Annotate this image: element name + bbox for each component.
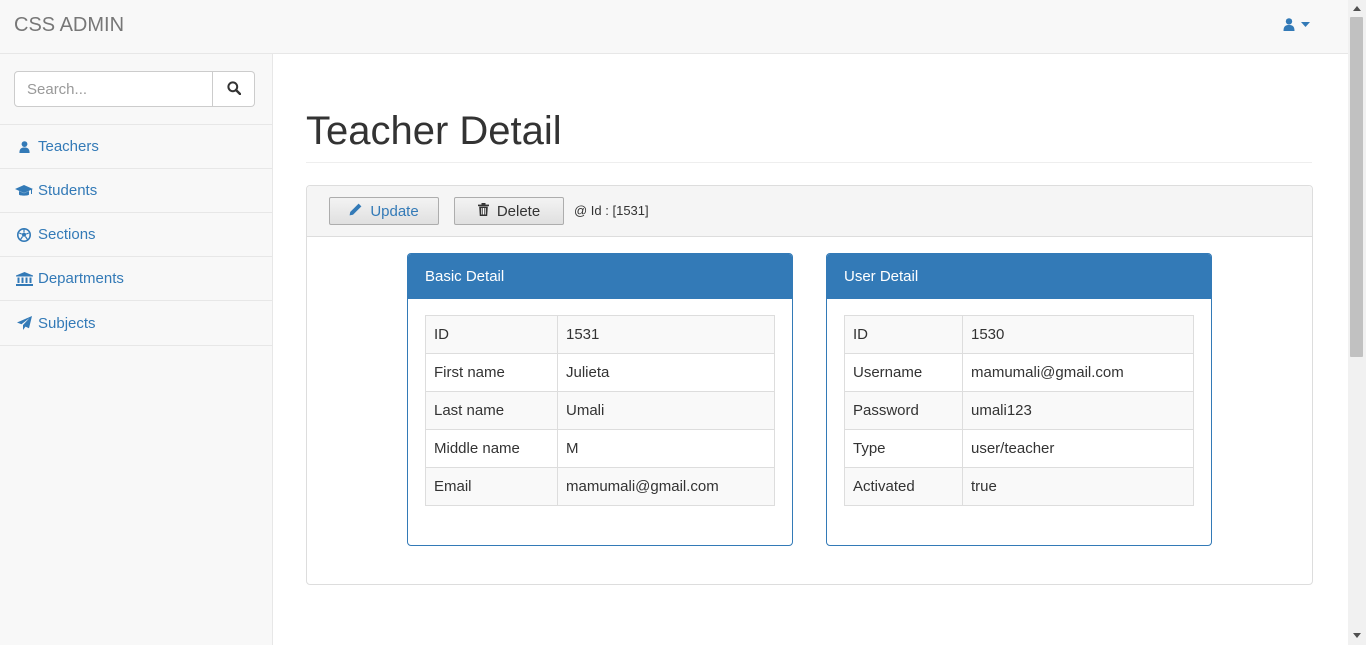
sidebar: Teachers Students Sections Departments S… xyxy=(0,54,273,645)
graduation-cap-icon xyxy=(15,184,33,197)
row-value: Umali xyxy=(557,391,775,430)
pencil-icon xyxy=(349,203,362,220)
institution-icon xyxy=(15,271,33,286)
row-label: Middle name xyxy=(425,429,558,468)
user-detail-card: User Detail ID 1530 Username mamumali@gmai… xyxy=(826,253,1212,546)
row-label: Username xyxy=(844,353,963,392)
table-row: Type user/teacher xyxy=(844,429,1194,468)
basic-detail-table: ID 1531 First name Julieta Last name Umali … xyxy=(425,315,775,506)
update-button-label: Update xyxy=(370,202,419,220)
sidebar-item-teachers[interactable]: Teachers xyxy=(0,125,272,169)
page-title: Teacher Detail xyxy=(306,109,562,153)
table-row: Username mamumali@gmail.com xyxy=(844,353,1194,392)
detail-panel: Update Delete @ Id : [1531] Basic Detail… xyxy=(306,185,1313,585)
update-button[interactable]: Update xyxy=(329,197,439,225)
row-value: mamumali@gmail.com xyxy=(962,353,1194,392)
row-value: Julieta xyxy=(557,353,775,392)
row-label: First name xyxy=(425,353,558,392)
user-detail-title: User Detail xyxy=(827,254,1211,299)
vertical-scrollbar[interactable] xyxy=(1348,0,1366,645)
table-row: First name Julieta xyxy=(425,353,775,392)
sidebar-item-label: Students xyxy=(38,182,98,199)
row-value: mamumali@gmail.com xyxy=(557,467,775,506)
sidebar-item-departments[interactable]: Departments xyxy=(0,257,272,301)
row-label: Password xyxy=(844,391,963,430)
table-row: Last name Umali xyxy=(425,391,775,430)
user-icon xyxy=(15,140,33,153)
sidebar-item-label: Sections xyxy=(38,226,96,243)
sidebar-item-label: Departments xyxy=(38,270,124,287)
sidebar-nav: Teachers Students Sections Departments S… xyxy=(0,125,272,346)
sidebar-item-students[interactable]: Students xyxy=(0,169,272,213)
sidebar-item-sections[interactable]: Sections xyxy=(0,213,272,257)
user-icon xyxy=(1283,18,1295,31)
panel-toolbar: Update Delete @ Id : [1531] xyxy=(307,186,1312,237)
search-icon xyxy=(226,80,241,98)
delete-button-label: Delete xyxy=(496,202,541,220)
row-label: Email xyxy=(425,467,558,506)
row-value: umali123 xyxy=(962,391,1194,430)
table-row: ID 1530 xyxy=(844,315,1194,354)
table-row: Activated true xyxy=(844,467,1194,506)
brand-title[interactable]: CSS ADMIN xyxy=(14,14,124,37)
row-label: Type xyxy=(844,429,963,468)
caret-down-icon xyxy=(1301,21,1310,28)
table-row: Email mamumali@gmail.com xyxy=(425,467,775,506)
row-value: user/teacher xyxy=(962,429,1194,468)
row-value: true xyxy=(962,467,1194,506)
row-value: 1530 xyxy=(962,315,1194,354)
scroll-down-arrow-icon[interactable] xyxy=(1353,633,1361,638)
row-label: Activated xyxy=(844,467,963,506)
delete-button[interactable]: Delete xyxy=(454,197,564,225)
scrollbar-thumb[interactable] xyxy=(1350,17,1363,357)
user-detail-table: ID 1530 Username mamumali@gmail.com Passwo… xyxy=(844,315,1194,506)
top-navbar: CSS ADMIN xyxy=(0,0,1348,54)
trash-icon xyxy=(477,202,489,220)
soccer-ball-icon xyxy=(15,227,33,242)
search-group xyxy=(14,71,255,108)
main-content: Teacher Detail Update Delete @ Id : [153… xyxy=(273,54,1348,645)
sidebar-item-label: Subjects xyxy=(38,314,96,332)
row-value: 1531 xyxy=(557,315,775,354)
table-row: Password umali123 xyxy=(844,391,1194,430)
scroll-up-arrow-icon[interactable] xyxy=(1353,6,1361,11)
title-divider xyxy=(306,162,1312,163)
basic-detail-card: Basic Detail ID 1531 First name Julieta La… xyxy=(407,253,793,546)
row-label: ID xyxy=(844,315,963,354)
row-label: ID xyxy=(425,315,558,354)
paper-plane-icon xyxy=(15,316,33,330)
search-button[interactable] xyxy=(213,71,255,107)
user-menu-toggle[interactable] xyxy=(1283,18,1310,31)
search-input[interactable] xyxy=(14,71,213,107)
record-id-label: @ Id : [1531] xyxy=(574,203,649,218)
sidebar-item-label: Teachers xyxy=(38,138,99,155)
row-value: M xyxy=(557,429,775,468)
row-label: Last name xyxy=(425,391,558,430)
table-row: Middle name M xyxy=(425,429,775,468)
table-row: ID 1531 xyxy=(425,315,775,354)
sidebar-item-subjects[interactable]: Subjects xyxy=(0,301,272,346)
basic-detail-title: Basic Detail xyxy=(408,254,792,299)
